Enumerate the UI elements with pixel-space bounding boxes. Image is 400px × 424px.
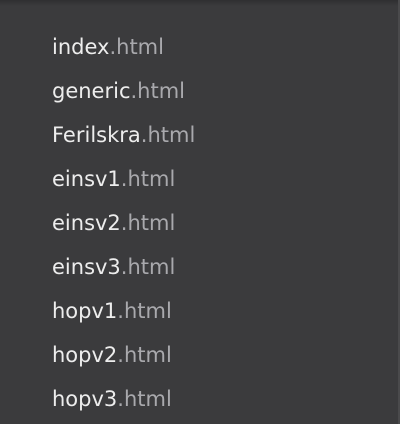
file-item-einsv2[interactable]: einsv2.html — [52, 206, 195, 250]
file-extension: .html — [140, 123, 196, 147]
file-extension: .html — [120, 167, 176, 191]
file-item-hopv1[interactable]: hopv1.html — [52, 294, 195, 338]
file-name: index — [52, 35, 110, 59]
file-item-ferilskra[interactable]: Ferilskra.html — [52, 118, 195, 162]
file-name: hopv1 — [52, 299, 118, 323]
file-name: einsv1 — [52, 167, 121, 191]
file-name: hopv3 — [52, 387, 118, 411]
file-name: hopv2 — [52, 343, 118, 367]
file-name: Ferilskra — [52, 123, 141, 147]
file-item-generic[interactable]: generic.html — [52, 74, 195, 118]
file-item-index[interactable]: index.html — [52, 30, 195, 74]
file-extension: .html — [109, 35, 164, 59]
file-list-panel: index.html generic.html Ferilskra.html e… — [0, 0, 400, 424]
file-extension: .html — [117, 299, 172, 323]
file-name: einsv3 — [52, 255, 121, 279]
file-extension: .html — [120, 255, 176, 279]
file-item-hopv3[interactable]: hopv3.html — [52, 382, 195, 424]
file-item-hopv2[interactable]: hopv2.html — [52, 338, 195, 382]
file-extension: .html — [130, 79, 186, 103]
file-item-einsv3[interactable]: einsv3.html — [52, 250, 195, 294]
file-name: einsv2 — [52, 211, 121, 235]
file-extension: .html — [117, 387, 172, 411]
file-item-einsv1[interactable]: einsv1.html — [52, 162, 195, 206]
file-list: index.html generic.html Ferilskra.html e… — [52, 30, 195, 424]
file-name: generic — [52, 79, 131, 103]
file-extension: .html — [117, 343, 172, 367]
file-extension: .html — [120, 211, 176, 235]
